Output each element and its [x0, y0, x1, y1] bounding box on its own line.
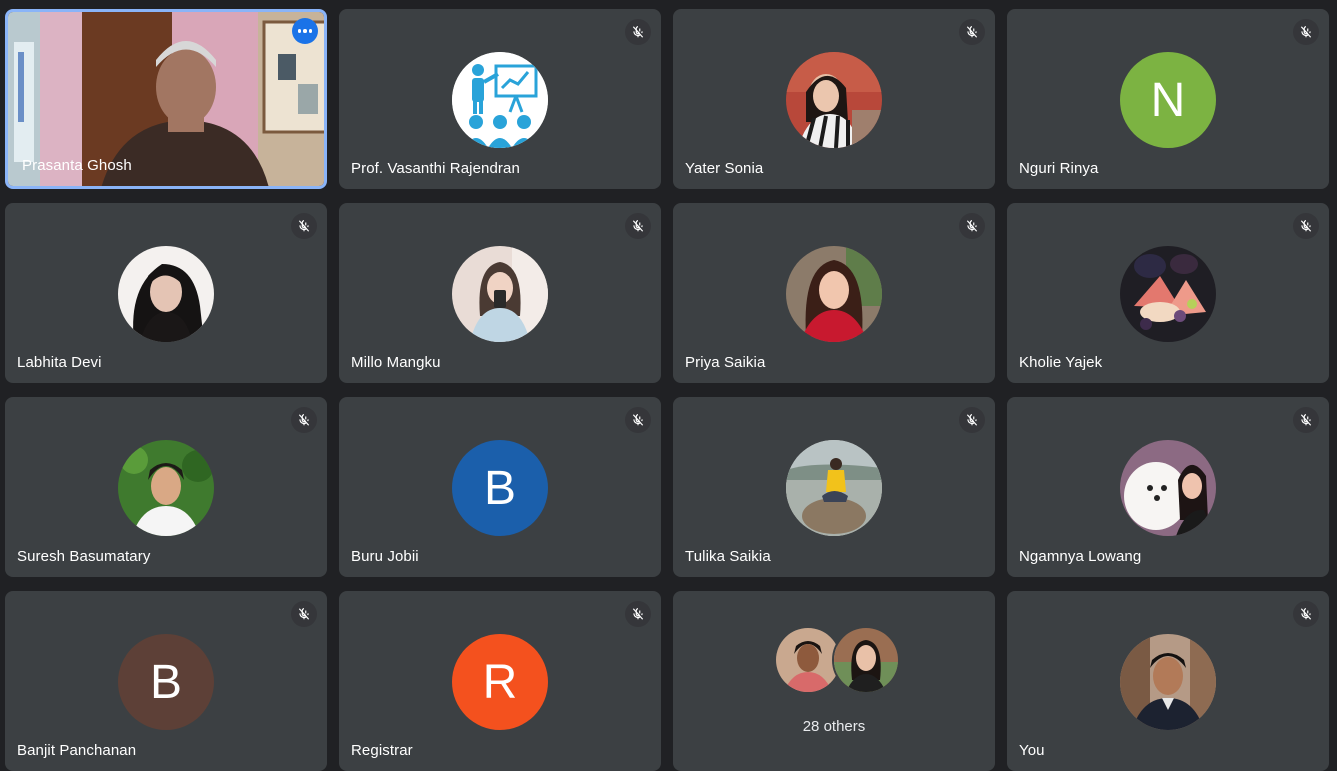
participant-tile[interactable]: Suresh Basumatary	[5, 397, 327, 577]
participant-name: Ngamnya Lowang	[1019, 548, 1142, 565]
mic-off-icon	[291, 601, 317, 627]
avatar-letter: B	[118, 634, 214, 730]
participant-name: You	[1019, 742, 1045, 759]
mic-off-icon	[625, 213, 651, 239]
mic-off-icon	[1293, 19, 1319, 45]
mic-off-icon	[625, 601, 651, 627]
participant-tile[interactable]: N Nguri Rinya	[1007, 9, 1329, 189]
more-options-button[interactable]	[292, 18, 318, 44]
avatar	[1120, 634, 1216, 730]
participant-name: Banjit Panchanan	[17, 742, 137, 759]
mic-off-icon	[625, 407, 651, 433]
participant-name: Labhita Devi	[17, 354, 102, 371]
more-dot-icon	[303, 29, 307, 33]
others-tile[interactable]: 28 others	[673, 591, 995, 771]
more-dot-icon	[297, 29, 302, 33]
avatar	[786, 52, 882, 148]
avatar-letter: B	[452, 440, 548, 536]
participant-name: Millo Mangku	[351, 354, 441, 371]
participant-tile[interactable]: R Registrar	[339, 591, 661, 771]
participant-tile-active-speaker[interactable]: Prasanta Ghosh	[5, 9, 327, 189]
participant-tile[interactable]: B Buru Jobii	[339, 397, 661, 577]
mic-off-icon	[959, 19, 985, 45]
mic-off-icon	[1293, 407, 1319, 433]
avatar	[786, 246, 882, 342]
mic-off-icon	[959, 407, 985, 433]
avatar	[786, 440, 882, 536]
avatar	[452, 52, 548, 148]
participant-grid: Prasanta Ghosh Prof. Vasanthi Rajendran …	[0, 0, 1337, 771]
avatar-letter: R	[452, 634, 548, 730]
mic-off-icon	[291, 213, 317, 239]
more-dot-icon	[308, 29, 313, 33]
presentation-icon	[452, 52, 548, 148]
avatar	[452, 246, 548, 342]
participant-tile[interactable]: Tulika Saikia	[673, 397, 995, 577]
others-count-label: 28 others	[802, 718, 866, 735]
participant-tile[interactable]: Labhita Devi	[5, 203, 327, 383]
participant-name: Registrar	[351, 742, 413, 759]
participant-tile[interactable]: Ngamnya Lowang	[1007, 397, 1329, 577]
participant-tile[interactable]: Kholie Yajek	[1007, 203, 1329, 383]
participant-name: Kholie Yajek	[1019, 354, 1103, 371]
participant-name: Priya Saikia	[685, 354, 766, 371]
avatar	[118, 440, 214, 536]
participant-tile[interactable]: Priya Saikia	[673, 203, 995, 383]
participant-name: Prasanta Ghosh	[22, 157, 132, 174]
participant-name: Yater Sonia	[685, 160, 764, 177]
avatar-letter: N	[1120, 52, 1216, 148]
mic-off-icon	[959, 213, 985, 239]
others-avatar-stack	[774, 626, 900, 694]
mic-off-icon	[1293, 213, 1319, 239]
participant-tile[interactable]: Prof. Vasanthi Rajendran	[339, 9, 661, 189]
participant-name: Tulika Saikia	[685, 548, 771, 565]
avatar	[832, 626, 900, 694]
participant-tile[interactable]: B Banjit Panchanan	[5, 591, 327, 771]
participant-name: Buru Jobii	[351, 548, 419, 565]
avatar	[1120, 246, 1216, 342]
mic-off-icon	[625, 19, 651, 45]
participant-name: Suresh Basumatary	[17, 548, 151, 565]
participant-name: Prof. Vasanthi Rajendran	[351, 160, 520, 177]
participant-tile-self[interactable]: You	[1007, 591, 1329, 771]
mic-off-icon	[1293, 601, 1319, 627]
participant-tile[interactable]: Yater Sonia	[673, 9, 995, 189]
participant-name: Nguri Rinya	[1019, 160, 1099, 177]
mic-off-icon	[291, 407, 317, 433]
participant-tile[interactable]: Millo Mangku	[339, 203, 661, 383]
avatar	[118, 246, 214, 342]
avatar	[1120, 440, 1216, 536]
